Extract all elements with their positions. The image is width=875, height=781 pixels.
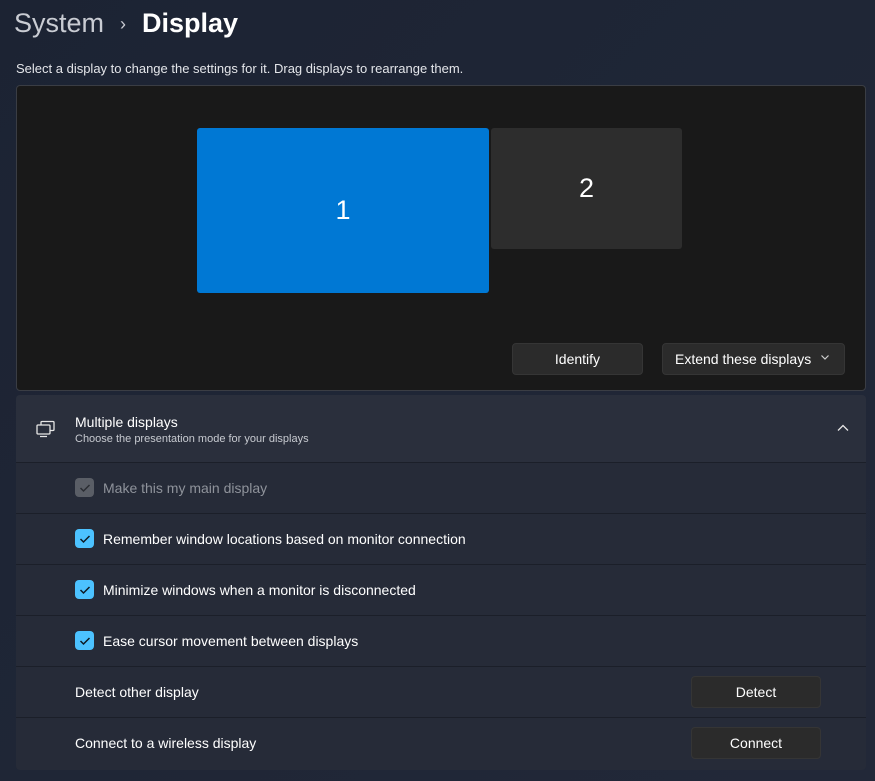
option-row-minimize-windows: Minimize windows when a monitor is disco… <box>16 565 866 616</box>
monitor-2-label: 2 <box>578 173 595 203</box>
connect-button[interactable]: Connect <box>691 727 821 759</box>
identify-button[interactable]: Identify <box>512 343 643 375</box>
option-row-remember-locations: Remember window locations based on monit… <box>16 514 866 565</box>
main-display-checkbox <box>75 478 94 497</box>
remember-locations-label[interactable]: Remember window locations based on monit… <box>103 531 466 547</box>
section-title: Multiple displays <box>75 414 178 430</box>
minimize-windows-checkbox[interactable] <box>75 580 94 599</box>
arrangement-instruction: Select a display to change the settings … <box>16 61 464 76</box>
option-row-detect: Detect other display Detect <box>16 667 866 718</box>
chevron-down-icon <box>820 352 830 365</box>
multiple-displays-icon <box>35 419 57 439</box>
monitor-2[interactable]: 2 <box>491 128 682 249</box>
breadcrumb-separator-icon: › <box>120 13 127 34</box>
section-subtitle: Choose the presentation mode for your di… <box>75 433 309 445</box>
option-row-main-display: Make this my main display <box>16 463 866 514</box>
display-mode-dropdown[interactable]: Extend these displays <box>662 343 845 375</box>
ease-cursor-checkbox[interactable] <box>75 631 94 650</box>
minimize-windows-label[interactable]: Minimize windows when a monitor is disco… <box>103 582 416 598</box>
detect-label: Detect other display <box>75 684 199 700</box>
detect-button[interactable]: Detect <box>691 676 821 708</box>
chevron-up-icon[interactable] <box>836 421 850 435</box>
display-arrangement-panel: 1 2 Identify Extend these displays <box>16 85 866 391</box>
ease-cursor-label[interactable]: Ease cursor movement between displays <box>103 633 358 649</box>
display-mode-value: Extend these displays <box>675 351 812 367</box>
monitor-1[interactable]: 1 <box>197 128 489 293</box>
connect-label: Connect to a wireless display <box>75 735 257 751</box>
breadcrumb-system[interactable]: System <box>14 8 104 39</box>
main-display-label: Make this my main display <box>103 480 268 496</box>
breadcrumb: System › Display <box>14 4 238 42</box>
monitor-1-label: 1 <box>335 195 351 225</box>
option-row-connect: Connect to a wireless display Connect <box>16 718 866 769</box>
multiple-displays-header[interactable]: Multiple displays Choose the presentatio… <box>16 395 866 463</box>
option-row-ease-cursor: Ease cursor movement between displays <box>16 616 866 667</box>
page-title: Display <box>142 7 239 38</box>
remember-locations-checkbox[interactable] <box>75 529 94 548</box>
multiple-displays-section: Multiple displays Choose the presentatio… <box>16 395 866 770</box>
